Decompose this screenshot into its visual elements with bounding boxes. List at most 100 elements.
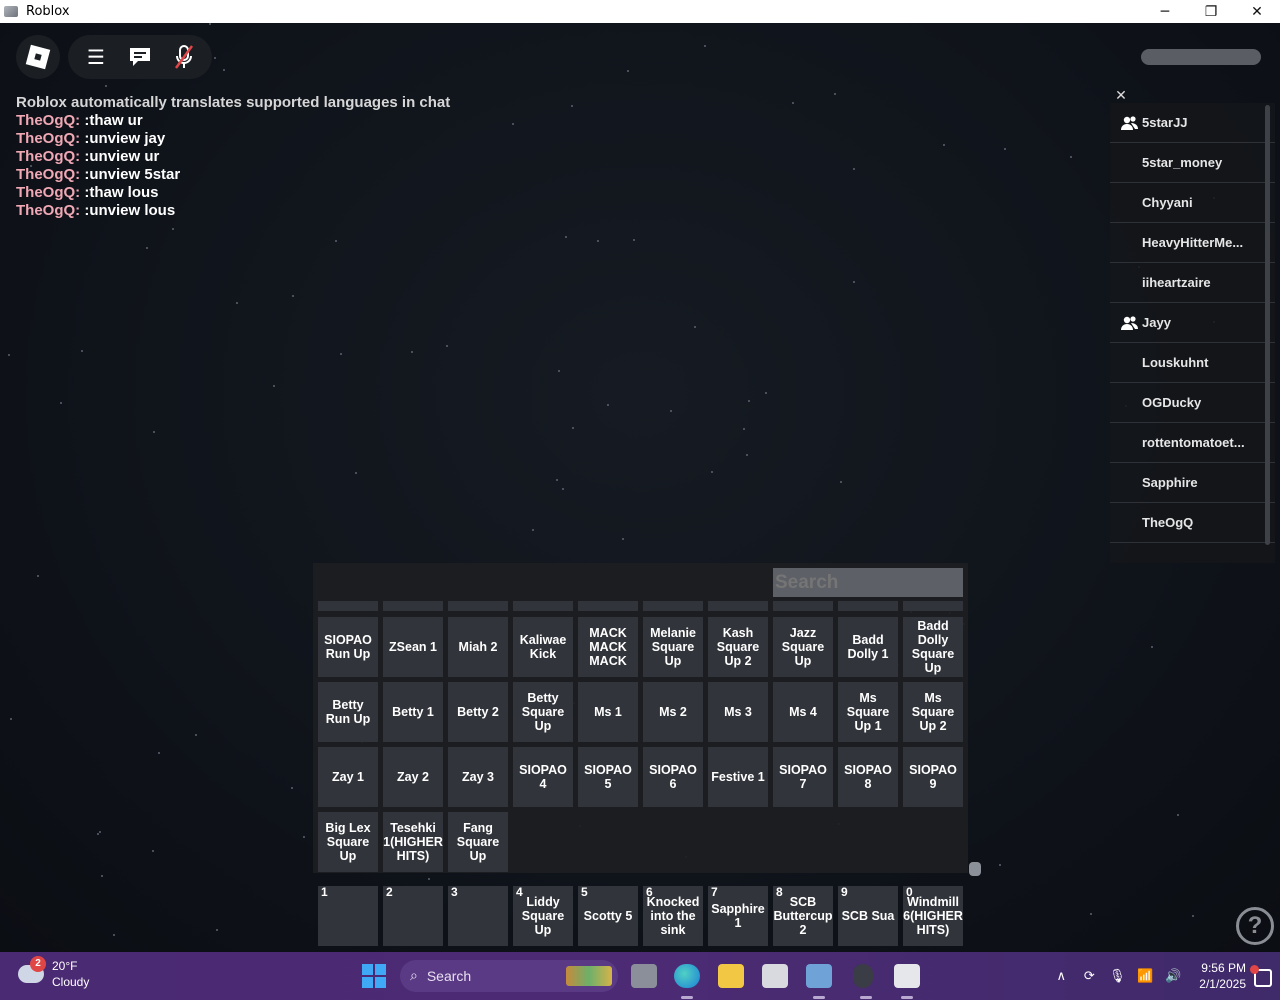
hotbar-slot[interactable]: 5 Scotty 5 <box>578 885 638 946</box>
emote-tile[interactable]: SIOPAO 4 <box>513 747 573 807</box>
sync-icon[interactable]: ⟳ <box>1077 969 1101 984</box>
app-icon-generic[interactable] <box>762 964 788 988</box>
emote-tile[interactable]: ZSean 1 <box>383 617 443 677</box>
chat-username[interactable]: TheOgQ: <box>16 202 80 219</box>
weather-widget[interactable]: 2 20°F Cloudy <box>18 956 89 990</box>
emote-tile-partial[interactable] <box>513 601 573 611</box>
emote-tile[interactable]: SIOPAO 8 <box>838 747 898 807</box>
player-list-item[interactable]: 5starJJ <box>1110 103 1275 143</box>
hotbar-slot[interactable]: 4 Liddy Square Up <box>513 885 573 946</box>
emote-tile[interactable]: Jazz Square Up <box>773 617 833 677</box>
emote-tile[interactable]: SIOPAO 5 <box>578 747 638 807</box>
clock[interactable]: 9:56 PM 2/1/2025 <box>1199 960 1246 992</box>
player-list-item[interactable]: HeavyHitterMe... <box>1110 223 1275 263</box>
player-list-scrollbar[interactable] <box>1265 105 1270 545</box>
chat-username[interactable]: TheOgQ: <box>16 112 80 129</box>
player-list-item[interactable]: Chyyani <box>1110 183 1275 223</box>
chat-toggle-icon[interactable] <box>122 39 158 75</box>
player-list-close-icon[interactable]: ✕ <box>1113 87 1129 103</box>
close-button[interactable]: ✕ <box>1234 0 1280 23</box>
emote-tile[interactable]: Ms 4 <box>773 682 833 742</box>
emote-tile[interactable]: Fang Square Up <box>448 812 508 872</box>
emote-tile-partial[interactable] <box>383 601 443 611</box>
player-list-item[interactable]: 5star_money <box>1110 143 1275 183</box>
roblox-taskbar-icon[interactable] <box>894 964 920 999</box>
hotbar-slot[interactable]: 0 Windmill 6(HIGHER HITS) <box>903 885 963 946</box>
emote-tile[interactable]: Ms 3 <box>708 682 768 742</box>
emote-tile[interactable]: Kash Square Up 2 <box>708 617 768 677</box>
emote-tile[interactable]: Festive 1 <box>708 747 768 807</box>
hotbar-slot[interactable]: 3 <box>448 885 508 946</box>
emote-tile[interactable]: Ms 2 <box>643 682 703 742</box>
hotbar-slot[interactable]: 7 Sapphire 1 <box>708 885 768 946</box>
emote-tile[interactable]: Betty Square Up <box>513 682 573 742</box>
file-explorer-icon[interactable] <box>718 964 744 988</box>
emote-tile-partial[interactable] <box>708 601 768 611</box>
emote-tile[interactable]: Zay 3 <box>448 747 508 807</box>
player-list-item[interactable]: rottentomatoet... <box>1110 423 1275 463</box>
emote-tile[interactable]: SIOPAO Run Up <box>318 617 378 677</box>
player-list-item[interactable]: iiheartzaire <box>1110 263 1275 303</box>
emote-tile-partial[interactable] <box>448 601 508 611</box>
emote-tile[interactable]: Badd Dolly 1 <box>838 617 898 677</box>
roblox-menu-button[interactable] <box>16 35 60 79</box>
emote-tile-partial[interactable] <box>773 601 833 611</box>
task-manager-icon[interactable] <box>806 964 832 999</box>
help-button[interactable]: ? <box>1236 907 1274 945</box>
player-list-item[interactable]: Sapphire <box>1110 463 1275 503</box>
emote-tile[interactable]: Betty 2 <box>448 682 508 742</box>
player-list-item[interactable]: Louskuhnt <box>1110 343 1275 383</box>
player-list-item[interactable]: Jayy <box>1110 303 1275 343</box>
minimize-button[interactable]: ─ <box>1142 0 1188 23</box>
emote-tile[interactable]: SIOPAO 6 <box>643 747 703 807</box>
chat-username[interactable]: TheOgQ: <box>16 184 80 201</box>
chat-username[interactable]: TheOgQ: <box>16 166 80 183</box>
emote-tile[interactable]: MACK MACK MACK <box>578 617 638 677</box>
emote-tile[interactable]: Tesehki 1(HIGHER HITS) <box>383 812 443 872</box>
maximize-button[interactable]: ❐ <box>1188 0 1234 23</box>
player-list-item[interactable]: OGDucky <box>1110 383 1275 423</box>
player-list-item[interactable]: TheOgQ <box>1110 503 1275 543</box>
game-viewport[interactable]: ☰ Roblox automatically translates suppor… <box>0 23 1280 952</box>
windows-start-icon[interactable] <box>362 964 386 988</box>
hotbar-slot[interactable]: 1 <box>318 885 378 946</box>
notification-bell-icon[interactable] <box>1250 965 1272 987</box>
emote-tile[interactable]: SIOPAO 9 <box>903 747 963 807</box>
emote-tile[interactable]: Ms 1 <box>578 682 638 742</box>
emote-tile[interactable]: Melanie Square Up <box>643 617 703 677</box>
hamburger-menu-icon[interactable]: ☰ <box>78 39 114 75</box>
microphone-icon[interactable]: 🎙 <box>1105 969 1129 984</box>
emote-tile[interactable]: Badd Dolly Square Up <box>903 617 963 677</box>
chevron-up-icon[interactable]: ∧ <box>1049 969 1073 984</box>
emote-tile[interactable]: Zay 2 <box>383 747 443 807</box>
emote-tile-partial[interactable] <box>318 601 378 611</box>
edge-browser-icon[interactable] <box>674 964 700 999</box>
taskbar-search[interactable]: ⌕ Search <box>400 960 618 992</box>
hotbar-slot[interactable]: 9 SCB Sua <box>838 885 898 946</box>
emote-tile[interactable]: Miah 2 <box>448 617 508 677</box>
emote-scrollbar[interactable] <box>969 862 981 876</box>
emote-tile-partial[interactable] <box>903 601 963 611</box>
emote-tile[interactable]: Betty 1 <box>383 682 443 742</box>
emote-tile[interactable]: Ms Square Up 1 <box>838 682 898 742</box>
task-view-icon[interactable] <box>631 964 657 988</box>
hotbar-slot[interactable]: 8 SCB Buttercup 2 <box>773 885 833 946</box>
emote-tile[interactable]: Ms Square Up 2 <box>903 682 963 742</box>
emote-tile[interactable]: Betty Run Up <box>318 682 378 742</box>
emote-tile-partial[interactable] <box>578 601 638 611</box>
chat-username[interactable]: TheOgQ: <box>16 148 80 165</box>
wifi-icon[interactable]: 📶 <box>1133 969 1157 984</box>
emote-search-input[interactable] <box>773 568 963 597</box>
emote-tile[interactable]: Kaliwae Kick <box>513 617 573 677</box>
mic-muted-icon[interactable] <box>166 39 202 75</box>
volume-icon[interactable]: 🔊 <box>1161 969 1185 984</box>
mouse-app-icon[interactable] <box>853 964 873 999</box>
hotbar-slot[interactable]: 6 Knocked into the sink <box>643 885 703 946</box>
emote-tile-partial[interactable] <box>838 601 898 611</box>
hotbar-slot[interactable]: 2 <box>383 885 443 946</box>
chat-username[interactable]: TheOgQ: <box>16 130 80 147</box>
emote-tile[interactable]: Zay 1 <box>318 747 378 807</box>
emote-tile-partial[interactable] <box>643 601 703 611</box>
emote-tile[interactable]: SIOPAO 7 <box>773 747 833 807</box>
emote-tile[interactable]: Big Lex Square Up <box>318 812 378 872</box>
